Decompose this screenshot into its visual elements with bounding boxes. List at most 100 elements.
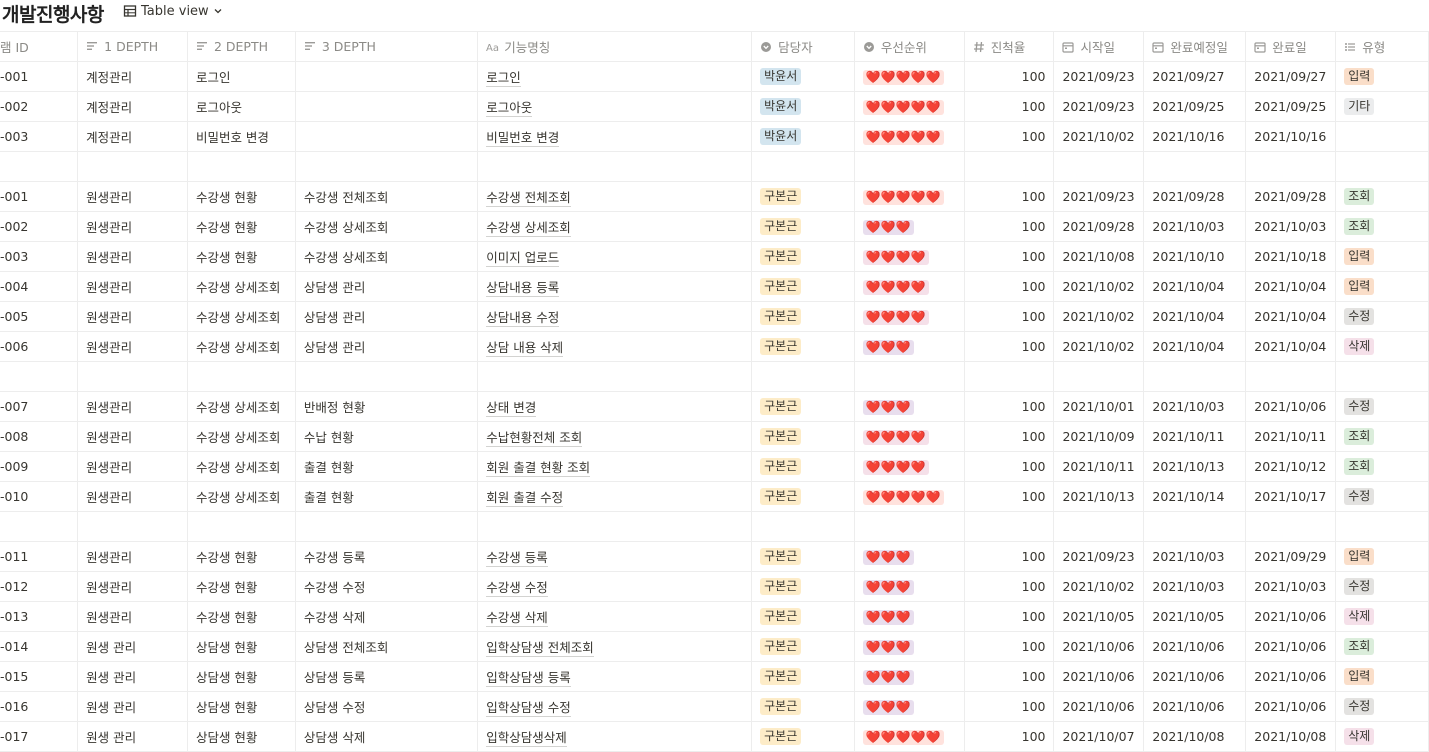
empty-cell[interactable] — [1053, 361, 1145, 392]
depth3-cell[interactable]: 수강생 상세조회 — [295, 211, 479, 242]
progress-cell[interactable]: 100 — [964, 271, 1055, 302]
owner-cell[interactable]: 구본근 — [751, 571, 855, 602]
id-cell[interactable]: -010 — [0, 481, 79, 512]
depth1-cell[interactable]: 원생 관리 — [77, 631, 188, 662]
type-cell[interactable]: 수정 — [1335, 391, 1429, 422]
feature-name-cell[interactable]: 수강생 등록 — [477, 541, 753, 572]
empty-row[interactable] — [0, 151, 1429, 182]
depth1-cell[interactable]: 계정관리 — [77, 61, 188, 92]
priority-cell[interactable]: ❤️❤️❤️ — [854, 331, 965, 362]
due-date-cell[interactable]: 2021/10/03 — [1143, 211, 1247, 242]
id-cell[interactable]: -011 — [0, 541, 79, 572]
type-cell[interactable]: 수정 — [1335, 481, 1429, 512]
type-cell[interactable]: 조회 — [1335, 211, 1429, 242]
priority-cell[interactable]: ❤️❤️❤️❤️❤️ — [854, 181, 965, 212]
priority-cell[interactable]: ❤️❤️❤️ — [854, 691, 965, 722]
type-cell[interactable]: 수정 — [1335, 301, 1429, 332]
id-cell[interactable]: -008 — [0, 421, 79, 452]
priority-cell[interactable]: ❤️❤️❤️ — [854, 211, 965, 242]
feature-name-cell[interactable]: 입학상담생삭제 — [477, 721, 753, 752]
table-row[interactable]: -017 원생 관리 상담생 현황 상담생 삭제 입학상담생삭제 구본근 ❤️❤️❤️❤️❤… — [0, 721, 1429, 752]
owner-cell[interactable]: 구본근 — [751, 241, 855, 272]
due-date-cell[interactable]: 2021/10/03 — [1143, 571, 1247, 602]
start-date-cell[interactable]: 2021/10/05 — [1053, 601, 1145, 632]
empty-cell[interactable] — [854, 511, 965, 542]
depth1-cell[interactable]: 원생관리 — [77, 421, 188, 452]
table-row[interactable]: -016 원생 관리 상담생 현황 상담생 수정 입학상담생 수정 구본근 ❤️❤️❤️ 10… — [0, 691, 1429, 722]
depth2-cell[interactable]: 수강생 상세조회 — [187, 481, 296, 512]
id-cell[interactable]: -006 — [0, 331, 79, 362]
depth3-cell[interactable]: 수강생 삭제 — [295, 601, 479, 632]
id-cell[interactable]: -016 — [0, 691, 79, 722]
progress-cell[interactable]: 100 — [964, 91, 1055, 122]
column-header-name[interactable]: Aa 기능명칭 — [477, 31, 753, 62]
depth1-cell[interactable]: 계정관리 — [77, 91, 188, 122]
depth3-cell[interactable]: 반배정 현황 — [295, 391, 479, 422]
empty-cell[interactable] — [477, 511, 753, 542]
column-header-due[interactable]: 완료예정일 — [1143, 31, 1247, 62]
owner-cell[interactable]: 박윤서 — [751, 61, 855, 92]
table-row[interactable]: -003 계정관리 비밀번호 변경 비밀번호 변경 박윤서 ❤️❤️❤️❤️❤️ 100 20… — [0, 121, 1429, 152]
empty-cell[interactable] — [77, 511, 188, 542]
feature-name-cell[interactable]: 수강생 삭제 — [477, 601, 753, 632]
depth2-cell[interactable]: 수강생 상세조회 — [187, 451, 296, 482]
type-cell[interactable]: 기타 — [1335, 91, 1429, 122]
feature-name-link[interactable]: 회원 출결 현황 조회 — [486, 460, 591, 477]
owner-cell[interactable]: 구본근 — [751, 301, 855, 332]
depth1-cell[interactable]: 원생관리 — [77, 571, 188, 602]
empty-cell[interactable] — [187, 151, 296, 182]
type-cell[interactable]: 입력 — [1335, 271, 1429, 302]
progress-cell[interactable]: 100 — [964, 541, 1055, 572]
type-cell[interactable]: 수정 — [1335, 691, 1429, 722]
empty-cell[interactable] — [751, 511, 855, 542]
start-date-cell[interactable]: 2021/10/08 — [1053, 241, 1145, 272]
owner-cell[interactable]: 구본근 — [751, 661, 855, 692]
empty-cell[interactable] — [1053, 151, 1145, 182]
id-cell[interactable]: -003 — [0, 121, 79, 152]
table-row[interactable]: -015 원생 관리 상담생 현황 상담생 등록 입학상담생 등록 구본근 ❤️❤️❤️ 10… — [0, 661, 1429, 692]
feature-name-link[interactable]: 수납현황전체 조회 — [486, 430, 583, 447]
id-cell[interactable]: -017 — [0, 721, 79, 752]
done-date-cell[interactable]: 2021/10/08 — [1245, 721, 1337, 752]
depth3-cell[interactable]: 수납 현황 — [295, 421, 479, 452]
owner-cell[interactable]: 구본근 — [751, 541, 855, 572]
feature-name-cell[interactable]: 로그인 — [477, 61, 753, 92]
start-date-cell[interactable]: 2021/09/23 — [1053, 61, 1145, 92]
done-date-cell[interactable]: 2021/10/04 — [1245, 301, 1337, 332]
empty-cell[interactable] — [1335, 511, 1429, 542]
depth3-cell[interactable]: 상담생 전체조회 — [295, 631, 479, 662]
empty-cell[interactable] — [751, 151, 855, 182]
empty-row[interactable] — [0, 511, 1429, 542]
feature-name-link[interactable]: 입학상담생 등록 — [486, 670, 571, 687]
empty-cell[interactable] — [854, 361, 965, 392]
table-row[interactable]: -009 원생관리 수강생 상세조회 출결 현황 회원 출결 현황 조회 구본근 ❤️❤️❤… — [0, 451, 1429, 482]
due-date-cell[interactable]: 2021/10/04 — [1143, 271, 1247, 302]
empty-cell[interactable] — [751, 361, 855, 392]
due-date-cell[interactable]: 2021/10/06 — [1143, 631, 1247, 662]
depth2-cell[interactable]: 상담생 현황 — [187, 721, 296, 752]
id-cell[interactable]: -007 — [0, 391, 79, 422]
table-row[interactable]: -013 원생관리 수강생 현황 수강생 삭제 수강생 삭제 구본근 ❤️❤️❤️ 100 20… — [0, 601, 1429, 632]
due-date-cell[interactable]: 2021/09/25 — [1143, 91, 1247, 122]
type-cell[interactable] — [1335, 121, 1429, 152]
id-cell[interactable]: -015 — [0, 661, 79, 692]
feature-name-cell[interactable]: 수강생 상세조회 — [477, 211, 753, 242]
done-date-cell[interactable]: 2021/10/06 — [1245, 601, 1337, 632]
done-date-cell[interactable]: 2021/10/18 — [1245, 241, 1337, 272]
depth1-cell[interactable]: 원생관리 — [77, 181, 188, 212]
due-date-cell[interactable]: 2021/10/11 — [1143, 421, 1247, 452]
progress-cell[interactable]: 100 — [964, 241, 1055, 272]
start-date-cell[interactable]: 2021/10/02 — [1053, 301, 1145, 332]
depth3-cell[interactable]: 수강생 전체조회 — [295, 181, 479, 212]
feature-name-cell[interactable]: 수강생 전체조회 — [477, 181, 753, 212]
owner-cell[interactable]: 구본근 — [751, 691, 855, 722]
feature-name-link[interactable]: 회원 출결 수정 — [486, 490, 564, 507]
depth2-cell[interactable]: 수강생 현황 — [187, 181, 296, 212]
start-date-cell[interactable]: 2021/10/06 — [1053, 691, 1145, 722]
feature-name-cell[interactable]: 회원 출결 수정 — [477, 481, 753, 512]
depth1-cell[interactable]: 원생관리 — [77, 391, 188, 422]
feature-name-cell[interactable]: 입학상담생 등록 — [477, 661, 753, 692]
done-date-cell[interactable]: 2021/10/03 — [1245, 211, 1337, 242]
done-date-cell[interactable]: 2021/09/28 — [1245, 181, 1337, 212]
depth1-cell[interactable]: 원생관리 — [77, 451, 188, 482]
